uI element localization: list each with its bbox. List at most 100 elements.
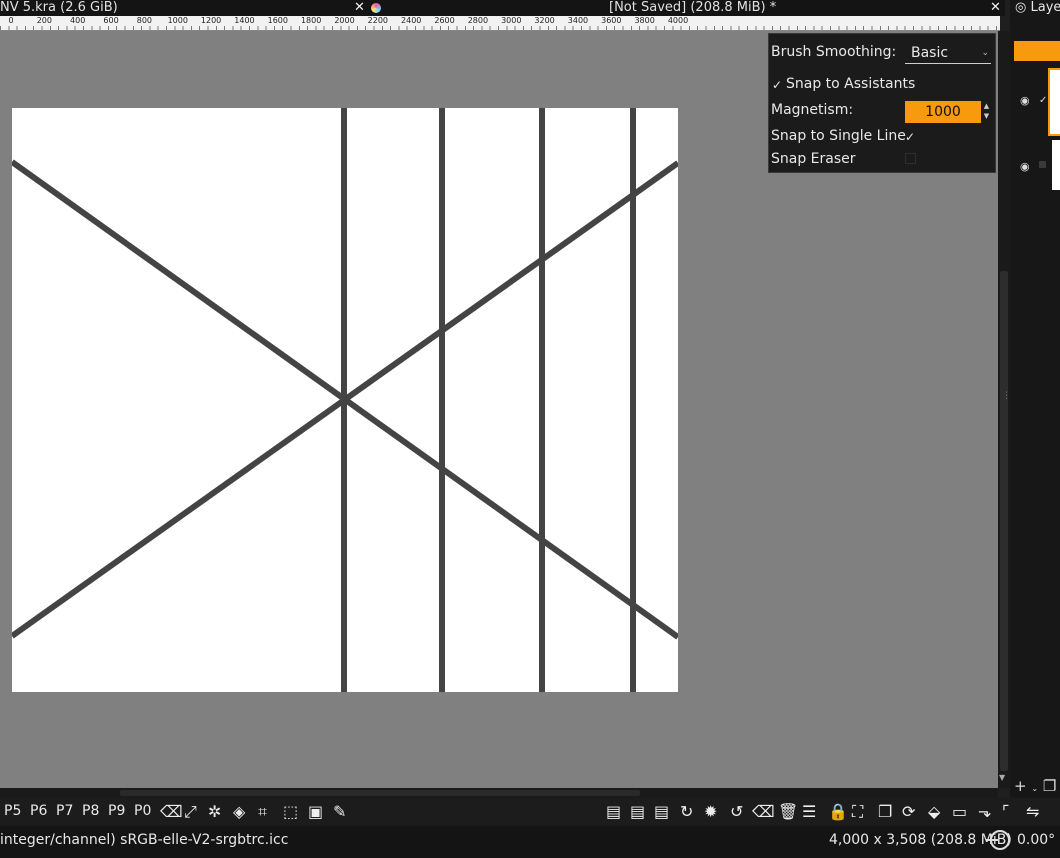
ruler-label: 0 bbox=[8, 16, 14, 25]
brush-icon[interactable]: ✎ bbox=[333, 802, 346, 821]
opacity-bar[interactable] bbox=[1014, 41, 1060, 61]
preset-p6[interactable]: P6 bbox=[30, 803, 47, 819]
crop-icon[interactable]: ⌗ bbox=[258, 802, 267, 822]
ruler-label: 3600 bbox=[601, 16, 622, 25]
settings-icon[interactable]: ▤ bbox=[654, 802, 669, 821]
horizontal-scrollbar[interactable] bbox=[0, 788, 998, 798]
ruler-label: 2800 bbox=[467, 16, 489, 25]
chevron-down-icon: ⌄ bbox=[981, 48, 989, 58]
preset-p9[interactable]: P9 bbox=[108, 803, 125, 819]
preset-p7[interactable]: P7 bbox=[56, 803, 73, 819]
magnetism-stepper[interactable]: ▲ ▼ bbox=[982, 101, 991, 123]
scroll-down-arrow-icon[interactable]: ▼ bbox=[999, 773, 1005, 782]
ruler-label: 1000 bbox=[167, 16, 188, 25]
vertical-scrollbar-thumb[interactable] bbox=[1000, 271, 1008, 771]
ruler-label: 200 bbox=[36, 16, 52, 25]
snap-assistants-label[interactable]: Snap to Assistants bbox=[786, 76, 915, 92]
transform-icon[interactable]: ⤢ bbox=[184, 802, 197, 822]
snap-eraser-checkbox[interactable] bbox=[905, 153, 916, 164]
magnetism-spinbox[interactable]: 1000 bbox=[905, 101, 981, 123]
select-rect-icon[interactable]: ⬚ bbox=[283, 802, 298, 821]
ruler-label: 1800 bbox=[300, 16, 322, 25]
trash-icon[interactable]: 🗑 bbox=[778, 802, 798, 821]
eye-icon-2[interactable]: ◉ bbox=[1020, 160, 1030, 173]
ruler-label: 2400 bbox=[401, 16, 422, 25]
ruler-label: 800 bbox=[136, 16, 153, 25]
mirror-icon[interactable]: ⇋ bbox=[1026, 802, 1039, 821]
brush-smoothing-label: Brush Smoothing: bbox=[771, 44, 897, 60]
folder-icon[interactable]: ▭ bbox=[952, 802, 967, 821]
corners-icon[interactable]: ⌜ bbox=[1002, 802, 1010, 821]
preset-p0[interactable]: P0 bbox=[134, 803, 151, 819]
snap-single-line-checkbox[interactable]: ✓ bbox=[905, 130, 915, 144]
clear-icon[interactable]: ⌫ bbox=[752, 802, 775, 821]
krita-logo-icon bbox=[371, 3, 381, 13]
duplicate-layer-icon[interactable]: ❐ bbox=[1043, 777, 1056, 795]
image-size-status: 4,000 x 3,508 (208.8 MiB) bbox=[829, 832, 1012, 848]
layer-checkbox[interactable] bbox=[1039, 161, 1046, 168]
ruler-label: 3000 bbox=[501, 16, 522, 25]
refresh-icon[interactable]: ⟳ bbox=[902, 802, 915, 821]
rotation-icon[interactable] bbox=[986, 830, 1010, 850]
ruler-label: 600 bbox=[103, 16, 119, 25]
rename-icon[interactable]: ▤ bbox=[606, 802, 621, 821]
layer-menu-icon[interactable]: ⌄ bbox=[1031, 784, 1038, 793]
ruler-label: 400 bbox=[70, 16, 86, 25]
add-layer-icon[interactable]: + bbox=[1014, 777, 1027, 795]
ruler-label: 1600 bbox=[267, 16, 288, 25]
ruler-label: 3200 bbox=[534, 16, 555, 25]
eye-icon[interactable]: ◉ bbox=[1020, 94, 1030, 107]
magnetism-label: Magnetism: bbox=[771, 102, 854, 118]
fit-canvas-icon[interactable]: ⛶ bbox=[852, 802, 863, 822]
ruler-label: 3400 bbox=[567, 16, 589, 25]
drawing-lines bbox=[12, 108, 678, 692]
tab-title-document-1[interactable]: NV 5.kra (2.6 GiB) bbox=[0, 0, 118, 16]
ruler-label: 4000 bbox=[667, 16, 689, 25]
snap-assistants-checkbox[interactable]: ✓ bbox=[772, 78, 782, 92]
horizontal-ruler: 0 200 400 600 800 1000 1200 1400 1600 1800 2000 220… bbox=[0, 16, 1000, 31]
tab-close-icon[interactable]: ✕ bbox=[354, 0, 365, 16]
eraser-icon[interactable]: ⌫ bbox=[160, 802, 183, 821]
brush-smoothing-select[interactable]: Basic ⌄ bbox=[905, 42, 991, 64]
ruler-label: 2200 bbox=[367, 16, 389, 25]
gear-icon[interactable]: ✹ bbox=[704, 802, 717, 821]
bucket-icon[interactable]: ⬙ bbox=[928, 802, 940, 821]
stepper-down-icon[interactable]: ▼ bbox=[982, 111, 991, 121]
ruler-label: 1200 bbox=[200, 16, 222, 25]
stepper-up-icon[interactable]: ▲ bbox=[982, 101, 991, 111]
layers-docker-title: ◎ Layers bbox=[1015, 0, 1060, 15]
ruler-label: 2000 bbox=[334, 16, 355, 25]
layers-icon: ◎ bbox=[1015, 0, 1027, 15]
layer-thumbnail[interactable] bbox=[1052, 140, 1060, 190]
ruler-label: 2600 bbox=[434, 16, 455, 25]
gradient-icon[interactable]: ▣ bbox=[308, 802, 323, 821]
magic-wand-icon[interactable]: ✲ bbox=[208, 802, 221, 821]
horizontal-scrollbar-thumb[interactable] bbox=[120, 790, 640, 796]
copy-icon[interactable]: ❐ bbox=[878, 802, 892, 821]
preset-p8[interactable]: P8 bbox=[82, 803, 99, 819]
ruler-label: 1400 bbox=[234, 16, 255, 25]
undo-icon[interactable]: ↺ bbox=[730, 802, 743, 821]
arrow-box-icon[interactable]: ⬎ bbox=[978, 802, 991, 821]
sliders-icon[interactable]: ☰ bbox=[802, 802, 816, 821]
layer-selected-check-icon[interactable]: ✓ bbox=[1039, 95, 1047, 106]
layers-docker: ◎ Layers ◉ ✓ ◉ + ⌄ ❐ bbox=[1010, 0, 1060, 800]
status-bar: integer/channel) sRGB-elle-V2-srgbtrc.ic… bbox=[0, 826, 1060, 858]
lock-icon[interactable]: 🔒 bbox=[828, 802, 848, 821]
document-tab-bar: NV 5.kra (2.6 GiB) ✕ [Not Saved] (208.8 … bbox=[0, 0, 1005, 16]
redo-icon[interactable]: ↻ bbox=[680, 802, 693, 821]
color-profile-status[interactable]: integer/channel) sRGB-elle-V2-srgbtrc.ic… bbox=[0, 832, 288, 848]
tab-close-icon-2[interactable]: ✕ bbox=[990, 0, 1001, 16]
rotation-status[interactable]: 0.00° bbox=[1017, 832, 1055, 848]
vertical-scrollbar[interactable]: ⋮ ▼ bbox=[998, 31, 1011, 788]
snap-single-line-label: Snap to Single Line bbox=[771, 128, 906, 144]
canvas-document[interactable] bbox=[12, 108, 678, 692]
snap-eraser-label: Snap Eraser bbox=[771, 151, 856, 167]
fill-icon[interactable]: ◈ bbox=[233, 802, 245, 821]
tab-title-document-2[interactable]: [Not Saved] (208.8 MiB) * bbox=[609, 0, 776, 16]
brush-smoothing-value: Basic bbox=[911, 45, 949, 61]
properties-icon[interactable]: ▤ bbox=[630, 802, 645, 821]
preset-p5[interactable]: P5 bbox=[4, 803, 21, 819]
layer-thumbnail-active[interactable] bbox=[1048, 68, 1060, 136]
layers-title-text: Layers bbox=[1030, 0, 1060, 15]
